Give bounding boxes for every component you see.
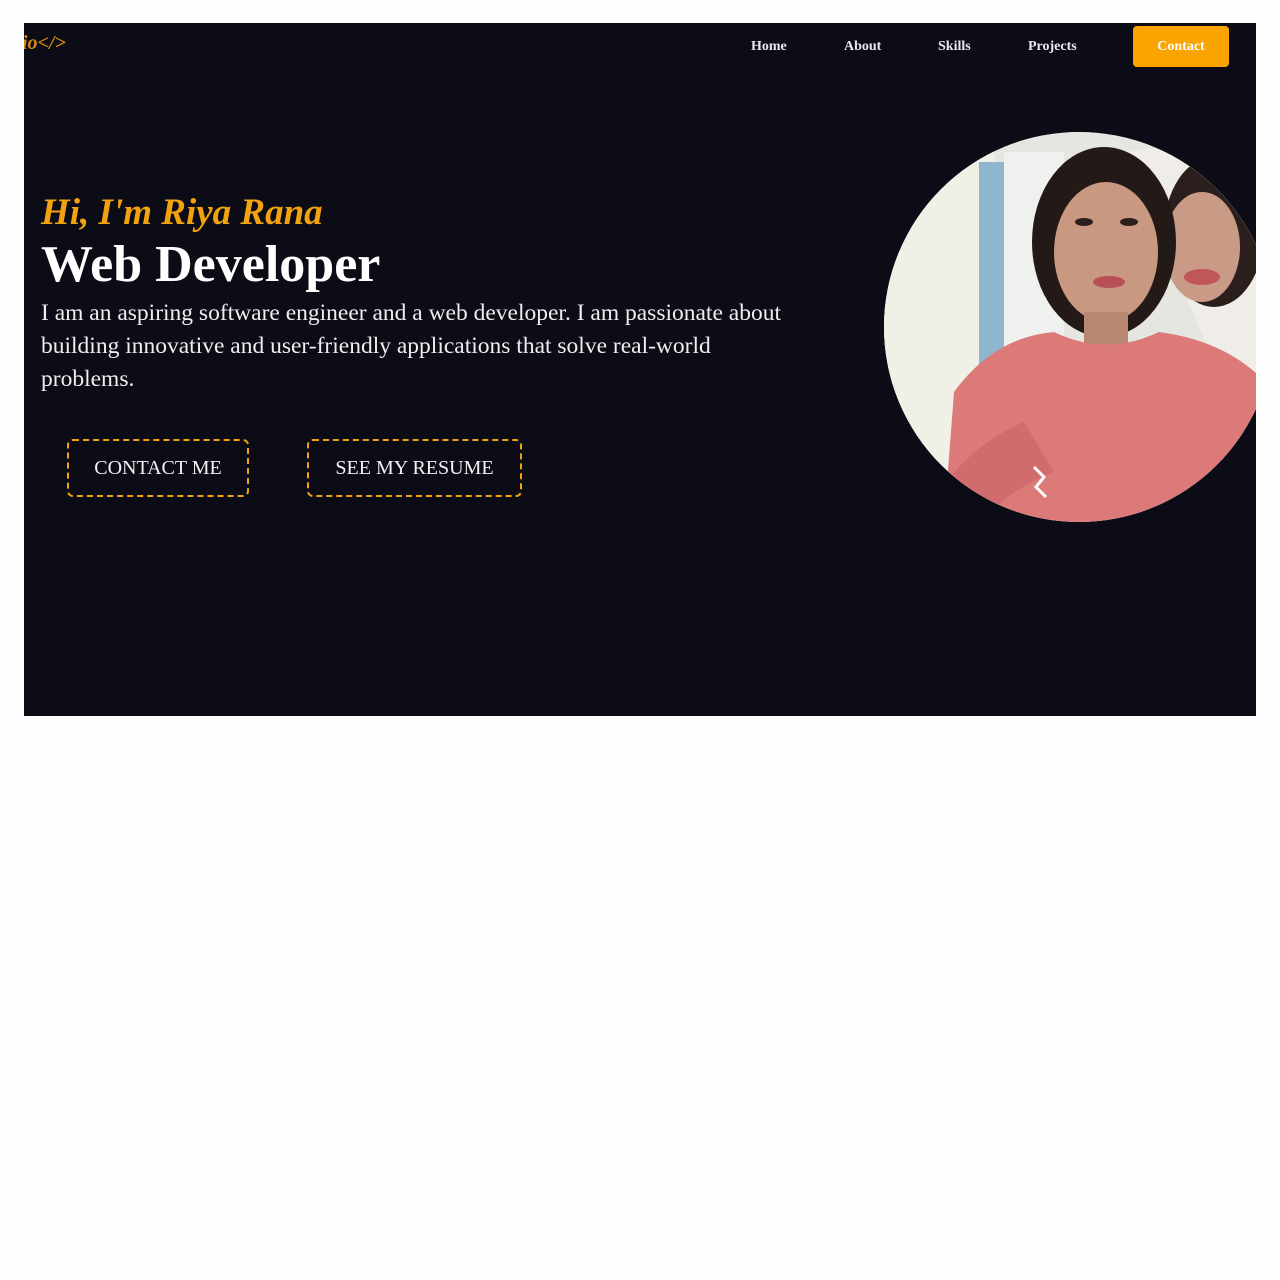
site-logo[interactable]: io</> bbox=[24, 32, 66, 55]
hero-role: Web Developer bbox=[41, 236, 381, 293]
nav-projects[interactable]: Projects bbox=[1028, 39, 1077, 55]
hero-bio: I am an aspiring software engineer and a… bbox=[41, 300, 781, 392]
see-resume-button[interactable]: SEE MY RESUME bbox=[307, 439, 522, 497]
nav-skills[interactable]: Skills bbox=[938, 39, 971, 55]
contact-me-button[interactable]: CONTACT ME bbox=[67, 439, 249, 497]
profile-photo bbox=[884, 132, 1256, 522]
profile-photo-illustration bbox=[884, 132, 1256, 522]
hero-section: io</> Home About Skills Projects Contact… bbox=[24, 23, 1256, 716]
nav-home[interactable]: Home bbox=[751, 39, 787, 55]
nav-about[interactable]: About bbox=[844, 39, 881, 55]
hero-greeting: Hi, I'm Riya Rana bbox=[41, 192, 323, 233]
nav-contact-button[interactable]: Contact bbox=[1133, 26, 1229, 67]
